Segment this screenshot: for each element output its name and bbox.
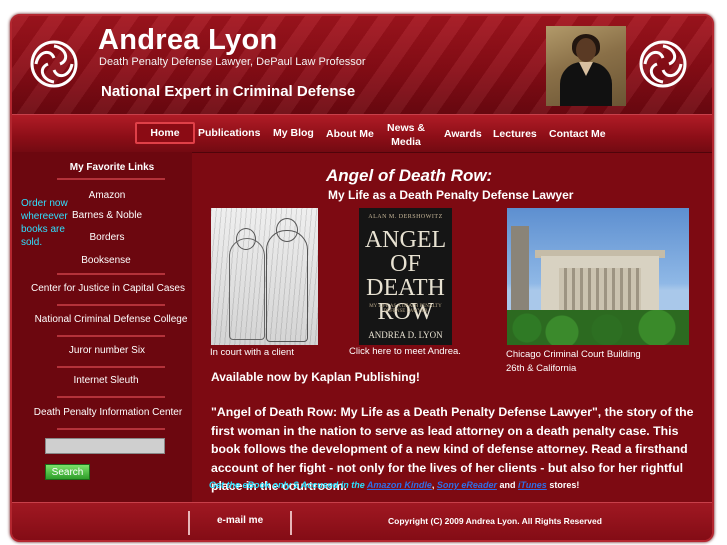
nav-home[interactable]: Home	[135, 122, 195, 144]
book-cover-author: ANDREA D. LYON	[368, 330, 443, 340]
book-cover-image[interactable]: ALAN M. DERSHOWITZ ANGEL OF DEATH ROW MY…	[359, 208, 452, 345]
swirl-logo-icon	[30, 40, 78, 88]
caption-building-line1: Chicago Criminal Court Building	[506, 349, 641, 360]
courthouse-photo	[507, 208, 689, 345]
nav-awards[interactable]: Awards	[444, 127, 482, 141]
book-title: Angel of Death Row:	[326, 166, 493, 185]
sidebar-link-booksense[interactable]: Booksense	[16, 255, 196, 266]
divider	[57, 396, 165, 398]
availability-notice: Available now by Kaplan Publishing!	[211, 370, 420, 384]
ebook-prefix: Get the eBook only $	[209, 480, 299, 490]
book-subtitle: My Life as a Death Penalty Defense Lawye…	[328, 188, 574, 202]
sidebar-link-juror-number-six[interactable]: Juror number Six	[17, 345, 197, 356]
nav-lectures[interactable]: Lectures	[493, 127, 537, 141]
caption-meet-andrea[interactable]: Click here to meet Andrea.	[349, 345, 461, 359]
copyright: Copyright (C) 2009 Andrea Lyon. All Righ…	[388, 516, 602, 526]
site-slogan: National Expert in Criminal Defense	[101, 83, 356, 100]
nav-contact[interactable]: Contact Me	[549, 127, 606, 141]
andrea-lyon-portrait	[546, 26, 626, 106]
ebook-suffix: stores!	[546, 480, 580, 490]
divider	[57, 335, 165, 337]
sidebar-link-internet-sleuth[interactable]: Internet Sleuth	[16, 375, 196, 386]
swirl-logo-icon	[639, 40, 687, 88]
ebook-and: and	[496, 480, 518, 490]
ebook-notice: Get the eBook only $ Accused in the Amaz…	[209, 480, 579, 490]
nav-publications[interactable]: Publications	[198, 126, 260, 140]
caption-court: In court with a client	[210, 347, 294, 358]
nav-about[interactable]: About Me	[326, 127, 374, 141]
ebook-middle: Accused in the	[298, 480, 367, 490]
search-button[interactable]: Search	[45, 464, 90, 480]
divider	[57, 428, 165, 430]
book-cover-subtitle: MY LIFE AS A DEATH PENALTY DEFENSE LAWYE…	[369, 304, 442, 314]
search-input[interactable]	[45, 438, 165, 454]
site-title: Andrea Lyon	[98, 24, 278, 56]
link-itunes[interactable]: iTunes	[518, 480, 547, 490]
divider	[57, 178, 165, 180]
footer-divider	[290, 511, 292, 535]
sidebar-heading: My Favorite Links	[69, 162, 155, 173]
email-link[interactable]: e-mail me	[217, 515, 263, 526]
sidebar-link-dpic[interactable]: Death Penalty Information Center	[18, 407, 198, 418]
nav-news-media[interactable]: News & Media	[386, 121, 426, 149]
divider	[57, 304, 165, 306]
link-sony-ereader[interactable]: Sony eReader	[437, 480, 497, 490]
sidebar-link-ncdc[interactable]: National Criminal Defense College	[21, 314, 201, 325]
link-amazon-kindle[interactable]: Amazon Kindle	[367, 480, 432, 490]
site-tagline: Death Penalty Defense Lawyer, DePaul Law…	[99, 56, 366, 68]
order-note: Order now whereever books are sold.	[21, 198, 68, 248]
divider	[57, 366, 165, 368]
caption-building-line2: 26th & California	[506, 363, 577, 374]
main-nav: Home Publications My Blog About Me News …	[12, 114, 712, 153]
sidebar-link-center-for-justice[interactable]: Center for Justice in Capital Cases	[18, 283, 198, 294]
footer-divider	[188, 511, 190, 535]
court-sketch-image	[211, 208, 318, 345]
book-cover-foreword: ALAN M. DERSHOWITZ	[368, 214, 443, 220]
nav-blog[interactable]: My Blog	[273, 126, 314, 140]
divider	[57, 273, 165, 275]
page-frame: Andrea Lyon Death Penalty Defense Lawyer…	[10, 14, 714, 542]
footer: e-mail me Copyright (C) 2009 Andrea Lyon…	[12, 502, 712, 540]
header: Andrea Lyon Death Penalty Defense Lawyer…	[12, 16, 712, 114]
